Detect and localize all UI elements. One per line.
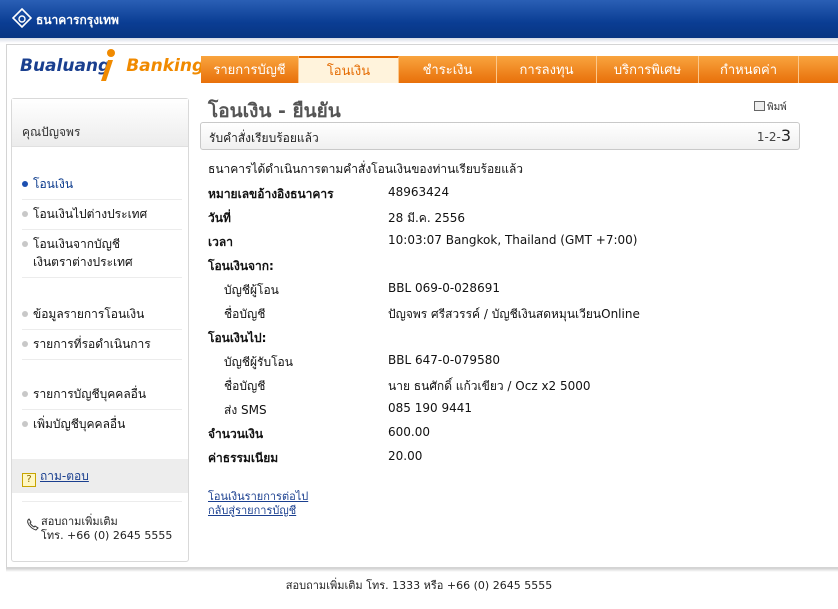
tab-investment[interactable]: การลงทุน	[497, 56, 597, 83]
bullet-icon	[22, 421, 28, 427]
steps-current: 3	[780, 126, 791, 145]
sidebar-contact: สอบถามเพิ่มเติม โทร. +66 (0) 2645 5555	[26, 515, 172, 543]
sidebar-item-label: เพิ่มบัญชีบุคคลอื่น	[33, 417, 126, 431]
step-indicator: 1-2-3	[757, 126, 791, 145]
to-account-value: BBL 647-0-079580	[388, 353, 500, 367]
sidebar-item-label: รายการที่รอดำเนินการ	[33, 337, 151, 351]
fee-label: ค่าธรรมเนียม	[208, 451, 279, 465]
back-to-accounts-link[interactable]: กลับสู่รายการบัญชี	[208, 501, 296, 519]
sidebar-item-fcd-transfer[interactable]: โอนเงินจากบัญชี เงินตราต่างประเทศ	[22, 235, 182, 271]
print-label: พิมพ์	[767, 102, 787, 113]
print-button[interactable]: พิมพ์	[754, 100, 787, 115]
from-name-label: ชื่อบัญชี	[224, 307, 266, 321]
footer-contact: สอบถามเพิ่มเติม โทร. 1333 หรือ +66 (0) 2…	[285, 579, 553, 592]
from-account-value: BBL 069-0-028691	[388, 281, 500, 295]
sidebar-item-pending[interactable]: รายการที่รอดำเนินการ	[22, 335, 182, 353]
bullet-icon	[22, 211, 28, 217]
to-name-label: ชื่อบัญชี	[224, 379, 266, 393]
date-label: วันที่	[208, 211, 231, 225]
sidebar-item-label: โอนเงิน	[33, 177, 74, 191]
fee-value: 20.00	[388, 449, 423, 463]
bullet-icon	[22, 341, 28, 347]
ref-value: 48963424	[388, 185, 450, 199]
sidebar-item-label: โอนเงินจากบัญชี	[33, 237, 121, 251]
time-value: 10:03:07 Bangkok, Thailand (GMT +7:00)	[388, 233, 638, 247]
from-name-value: ปัญจพร ศรีสวรรค์ / บัญชีเงินสดหมุนเวียนO…	[388, 307, 640, 321]
to-name-value: นาย ธนศักดิ์ แก้วเขียว / Ocz x2 5000	[388, 379, 591, 393]
confirmation-message: ธนาคารได้ดำเนินการตามคำสั่งโอนเงินของท่า…	[208, 162, 524, 176]
user-name: คุณปัญจพร	[22, 125, 81, 139]
faq-label: ถาม-ตอบ	[40, 469, 89, 483]
sidebar-item-transfer-history[interactable]: ข้อมูลรายการโอนเงิน	[22, 305, 182, 323]
frame-shadow	[6, 568, 838, 572]
sms-label: ส่ง SMS	[224, 403, 267, 417]
question-icon: ?	[22, 473, 36, 487]
brand-i-icon	[101, 49, 115, 81]
faq-link[interactable]: ? ถาม-ตอบ	[22, 467, 89, 487]
sidebar-item-add-third-party[interactable]: เพิ่มบัญชีบุคคลอื่น	[22, 415, 182, 433]
to-heading: โอนเงินไป:	[208, 331, 267, 345]
to-account-label: บัญชีผู้รับโอน	[224, 355, 293, 369]
printer-icon	[754, 101, 765, 111]
status-bar: รับคำสั่งเรียบร้อยแล้ว 1-2-3	[200, 122, 800, 150]
bullet-icon	[22, 241, 28, 247]
sidebar-divider	[22, 329, 182, 330]
tab-transfer[interactable]: โอนเงิน	[299, 56, 399, 83]
tab-payment[interactable]: ชำระเงิน	[399, 56, 497, 83]
tab-special-services[interactable]: บริการพิเศษ	[597, 56, 699, 83]
date-value: 28 มี.ค. 2556	[388, 211, 466, 225]
main-nav-tabs: รายการบัญชี โอนเงิน ชำระเงิน การลงทุน บร…	[201, 56, 838, 83]
sidebar-item-label-line2: เงินตราต่างประเทศ	[33, 255, 133, 269]
sidebar-item-label: รายการบัญชีบุคคลอื่น	[33, 387, 147, 401]
tab-settings[interactable]: กำหนดค่า	[699, 56, 799, 83]
sidebar-divider	[22, 199, 182, 200]
amount-value: 600.00	[388, 425, 430, 439]
top-bar: ธนาคารกรุงเทพ	[0, 0, 838, 38]
bank-logo-icon	[12, 8, 32, 28]
sidebar-divider	[22, 229, 182, 230]
status-label: รับคำสั่งเรียบร้อยแล้ว	[209, 131, 319, 145]
sidebar-divider	[22, 277, 182, 278]
sidebar-item-transfer[interactable]: โอนเงิน	[22, 175, 182, 193]
bank-name: ธนาคารกรุงเทพ	[36, 13, 119, 27]
contact-line1: สอบถามเพิ่มเติม	[41, 515, 118, 528]
amount-label: จำนวนเงิน	[208, 427, 264, 441]
bullet-icon	[22, 311, 28, 317]
sidebar: คุณปัญจพร โอนเงิน โอนเงินไปต่างประเทศ โอ…	[11, 98, 189, 562]
bullet-icon	[22, 391, 28, 397]
sidebar-item-label: โอนเงินไปต่างประเทศ	[33, 207, 148, 221]
brand-part2: Banking	[126, 56, 205, 76]
sidebar-item-third-party-accounts[interactable]: รายการบัญชีบุคคลอื่น	[22, 385, 182, 403]
bullet-icon	[22, 181, 28, 187]
top-shadow	[0, 38, 838, 43]
sidebar-item-international-transfer[interactable]: โอนเงินไปต่างประเทศ	[22, 205, 182, 223]
contact-line2: โทร. +66 (0) 2645 5555	[41, 529, 173, 542]
ref-label: หมายเลขอ้างอิงธนาคาร	[208, 187, 334, 201]
sidebar-user-header: คุณปัญจพร	[12, 99, 188, 147]
time-label: เวลา	[208, 235, 233, 249]
from-heading: โอนเงินจาก:	[208, 259, 274, 273]
sidebar-divider	[22, 501, 182, 502]
phone-icon	[27, 518, 39, 531]
sidebar-divider	[22, 359, 182, 360]
sms-value: 085 190 9441	[388, 401, 472, 415]
steps-prefix: 1-2-	[756, 130, 781, 144]
sidebar-item-label: ข้อมูลรายการโอนเงิน	[33, 307, 145, 321]
sidebar-divider	[22, 409, 182, 410]
tab-accounts[interactable]: รายการบัญชี	[201, 56, 299, 83]
from-account-label: บัญชีผู้โอน	[224, 283, 279, 297]
ibanking-logo: Bualuang Banking	[20, 49, 205, 82]
brand-part1: Bualuang	[20, 56, 111, 76]
